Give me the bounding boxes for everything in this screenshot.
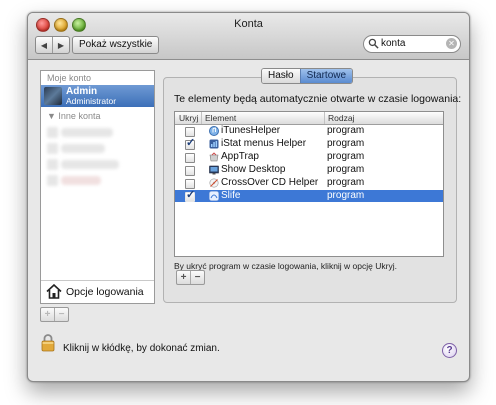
column-header-hide[interactable]: Ukryj [179,113,198,123]
istat-icon [209,139,219,149]
login-options-item[interactable]: Opcje logowania [41,280,154,303]
lock-message: Kliknij w kłódkę, by dokonać zmian. [63,343,220,354]
hide-checkbox[interactable] [185,179,195,189]
item-name: iStat menus Helper [221,138,307,149]
item-name: CrossOver CD Helper [221,177,319,188]
itunes-icon [209,126,219,136]
add-account-button[interactable]: + [41,308,55,321]
hide-checkbox[interactable] [185,189,195,202]
table-row-selected[interactable]: Slife program [175,189,443,202]
my-account-header: Moje konto [47,73,92,83]
avatar [44,87,62,105]
hide-checkbox[interactable] [185,153,195,163]
other-accounts-header[interactable]: ▼ Inne konta [47,111,100,121]
hide-checkbox[interactable] [185,127,195,137]
slife-icon [209,191,219,201]
disclosure-triangle-icon: ▼ [47,111,59,121]
help-button[interactable]: ? [442,343,457,358]
accounts-window: Konta ◀ ▶ Pokaż wszystkie konta ✕ Moje k… [27,12,470,382]
remove-account-button[interactable]: − [55,308,68,321]
account-item-admin[interactable]: Admin Administrator [41,85,154,107]
table-row[interactable]: iStat menus Helper program [175,137,443,150]
lock-icon[interactable] [41,333,55,352]
item-kind: program [327,151,365,162]
nav-buttons: ◀ ▶ [35,36,70,54]
apptrap-icon [209,152,219,162]
item-kind: program [327,138,365,149]
search-input[interactable]: konta [381,37,405,51]
window-title: Konta [234,18,263,30]
item-kind: program [327,177,365,188]
column-header-kind[interactable]: Rodzaj [328,113,354,123]
item-name: AppTrap [221,151,259,162]
item-name: Show Desktop [221,164,286,175]
house-icon [46,284,62,299]
accounts-list: Moje konto Admin Administrator ▼ Inne ko… [40,70,155,304]
hide-checkbox[interactable] [185,137,195,150]
clear-search-icon[interactable]: ✕ [446,38,457,49]
item-kind: program [327,190,365,201]
search-icon [368,38,379,49]
crossover-icon [209,178,219,188]
startup-add-remove: + − [176,270,205,285]
table-row[interactable]: CrossOver CD Helper program [175,177,443,189]
add-startup-item-button[interactable]: + [177,271,191,284]
tab-startup[interactable]: Startowe [299,69,353,83]
tab-password[interactable]: Hasło [262,69,300,83]
back-button[interactable]: ◀ [36,37,53,53]
item-kind: program [327,164,365,175]
startup-items-table: Ukryj Element Rodzaj iTunesHelper progra… [174,111,444,257]
item-kind: program [327,125,365,136]
hide-checkbox[interactable] [185,166,195,176]
forward-button[interactable]: ▶ [53,37,69,53]
table-header: Ukryj Element Rodzaj [175,112,443,125]
show-desktop-icon [209,165,219,175]
title-bar: Konta ◀ ▶ Pokaż wszystkie konta ✕ [28,13,469,60]
hide-hint-text: By ukryć program w czasie logowania, kli… [174,261,397,271]
show-all-button[interactable]: Pokaż wszystkie [72,36,160,54]
column-header-element[interactable]: Element [205,113,236,123]
item-name: Slife [221,190,241,201]
startup-description: Te elementy będą automatycznie otwarte w… [174,93,462,105]
table-row[interactable]: iTunesHelper program [175,125,443,137]
tab-bar: Hasło Startowe [261,68,354,84]
table-row[interactable]: Show Desktop program [175,164,443,176]
account-role: Administrator [66,96,117,106]
item-name: iTunesHelper [221,125,281,136]
search-field[interactable]: konta ✕ [363,35,461,53]
table-row[interactable]: AppTrap program [175,151,443,163]
remove-startup-item-button[interactable]: − [191,271,204,284]
account-add-remove: + − [40,307,69,322]
login-options-label: Opcje logowania [66,286,144,298]
